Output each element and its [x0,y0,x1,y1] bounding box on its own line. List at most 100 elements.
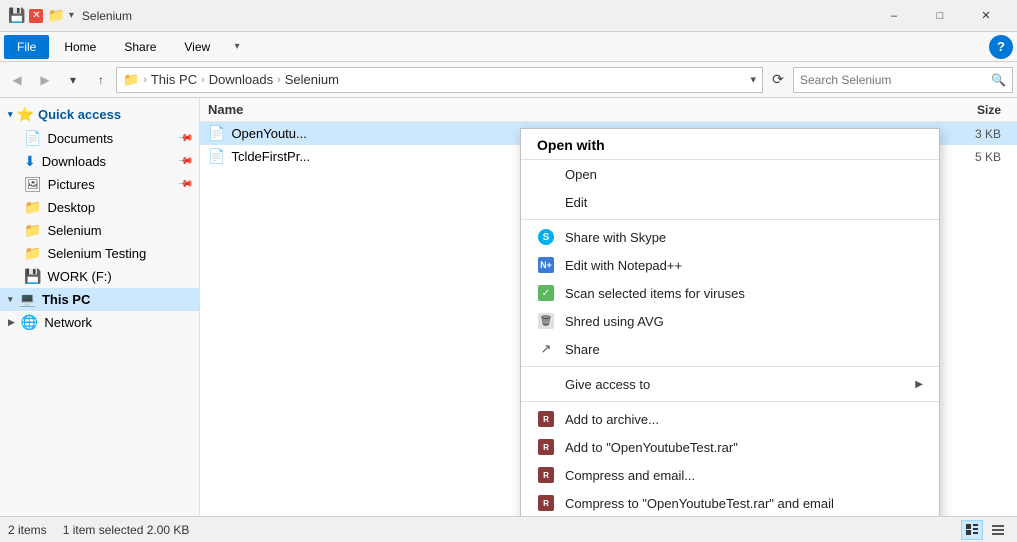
ctx-give-access[interactable]: Give access to ▶ [521,370,939,398]
ctx-compress-email-label: Compress and email... [565,468,695,483]
up-button[interactable]: ↑ [88,67,114,93]
context-menu-header: Open with [521,129,939,160]
search-input[interactable] [800,73,991,87]
ctx-compress-rar-email-icon: R [537,494,555,512]
ctx-open[interactable]: Open [521,160,939,188]
ctx-add-archive-label: Add to archive... [565,412,659,427]
ctx-divider-3 [521,401,939,402]
ctx-edit[interactable]: Edit [521,188,939,216]
ctx-compress-rar-email[interactable]: R Compress to "OpenYoutubeTest.rar" and … [521,489,939,516]
ribbon-tab-file[interactable]: File [4,35,49,59]
ctx-share-icon: ↗ [537,340,555,358]
main-layout: ▾ ⭐ Quick access 📄 Documents 📌 ⬇ Downloa… [0,98,1017,516]
sidebar-item-selenium-testing[interactable]: 📁 Selenium Testing [0,242,199,265]
view-details-button[interactable] [961,520,983,540]
sidebar-item-documents-label: Documents [47,131,113,146]
ctx-edit-icon [537,193,555,211]
downloads-pin-icon: 📌 [176,153,193,170]
forward-button[interactable]: ▶ [32,67,58,93]
ribbon-tab-share[interactable]: Share [111,35,169,59]
network-expand-icon: ▶ [8,317,15,328]
pictures-pin-icon: 📌 [176,176,193,193]
path-dropdown[interactable]: ▾ [750,73,756,86]
status-bar: 2 items 1 item selected 2.00 KB [0,516,1017,542]
sidebar-item-network[interactable]: ▶ 🌐 Network [0,311,199,334]
sidebar-item-documents[interactable]: 📄 Documents 📌 [0,127,199,150]
nav-dropdown-button[interactable]: ▾ [60,67,86,93]
ctx-add-rar[interactable]: R Add to "OpenYoutubeTest.rar" [521,433,939,461]
ctx-shred-icon: 🗑 [537,312,555,330]
ctx-compress-email-icon: R [537,466,555,484]
view-list-button[interactable] [987,520,1009,540]
title-bar-icons: 💾 ✕ 📁 ▾ [8,7,74,24]
ctx-give-access-arrow: ▶ [915,379,923,390]
this-pc-expand-icon: ▾ [8,294,13,305]
title-bar-dropdown[interactable]: ▾ [69,10,74,21]
sidebar-item-desktop[interactable]: 📁 Desktop [0,196,199,219]
sidebar-item-pictures-label: Pictures [48,177,95,192]
ctx-share[interactable]: ↗ Share [521,335,939,363]
sidebar-item-selenium-testing-label: Selenium Testing [47,246,146,261]
minimize-button[interactable]: – [871,0,917,32]
ctx-skype-icon: S [537,228,555,246]
ctx-edit-label: Edit [565,195,587,210]
documents-pin-icon: 📌 [176,130,193,147]
path-downloads[interactable]: Downloads [209,72,273,87]
status-item-count: 2 items [8,523,47,537]
ctx-give-access-icon [537,375,555,393]
ctx-notepadpp-icon: N+ [537,256,555,274]
ribbon-tab-home[interactable]: Home [51,35,109,59]
ctx-shred[interactable]: 🗑 Shred using AVG [521,307,939,335]
sidebar-item-this-pc-label: This PC [42,292,90,307]
search-box: 🔍 [793,67,1013,93]
status-selected-info: 1 item selected 2.00 KB [63,523,190,537]
ctx-open-icon [537,165,555,183]
ribbon-tab-view[interactable]: View [171,35,223,59]
quick-access-star-icon: ⭐ [17,106,34,123]
ctx-share-skype[interactable]: S Share with Skype [521,223,939,251]
back-button[interactable]: ◀ [4,67,30,93]
maximize-button[interactable]: □ [917,0,963,32]
close-button[interactable]: ✕ [963,0,1009,32]
sidebar-item-downloads-label: Downloads [42,154,106,169]
sidebar-item-work-drive[interactable]: 💾 WORK (F:) [0,265,199,288]
quick-access-expand-icon: ▾ [8,109,13,120]
title-controls: – □ ✕ [871,0,1009,32]
documents-icon: 📄 [24,130,41,147]
selenium-testing-icon: 📁 [24,245,41,262]
network-icon: 🌐 [21,314,38,331]
refresh-button[interactable]: ⟳ [765,67,791,93]
ctx-compress-email[interactable]: R Compress and email... [521,461,939,489]
ctx-notepadpp[interactable]: N+ Edit with Notepad++ [521,251,939,279]
path-thispc[interactable]: This PC [151,72,197,87]
ctx-scan[interactable]: ✓ Scan selected items for viruses [521,279,939,307]
sidebar-item-work-label: WORK (F:) [47,269,111,284]
sidebar-item-network-label: Network [44,315,92,330]
ctx-add-rar-icon: R [537,438,555,456]
path-selenium[interactable]: Selenium [285,72,339,87]
path-sep1: › [143,74,147,86]
pictures-icon: 🖼 [24,176,42,193]
sidebar-item-this-pc[interactable]: ▾ 💻 This PC [0,288,199,311]
ctx-divider-1 [521,219,939,220]
sidebar-item-selenium[interactable]: 📁 Selenium [0,219,199,242]
ctx-add-archive[interactable]: R Add to archive... [521,405,939,433]
sidebar: ▾ ⭐ Quick access 📄 Documents 📌 ⬇ Downloa… [0,98,200,516]
search-icon[interactable]: 🔍 [991,73,1006,87]
quick-access-icon1[interactable]: 💾 [8,7,25,24]
ctx-add-rar-label: Add to "OpenYoutubeTest.rar" [565,440,738,455]
address-path[interactable]: 📁 › This PC › Downloads › Selenium ▾ [116,67,763,93]
ribbon-collapse-button[interactable]: ▾ [225,35,249,59]
path-sep3: › [277,74,281,86]
quick-access-icon2[interactable]: ✕ [29,9,43,23]
quick-access-label: Quick access [38,107,121,122]
quick-access-header[interactable]: ▾ ⭐ Quick access [0,102,199,127]
sidebar-item-desktop-label: Desktop [47,200,95,215]
help-button[interactable]: ? [989,35,1013,59]
quick-access-icon3[interactable]: 📁 [47,7,64,24]
sidebar-item-pictures[interactable]: 🖼 Pictures 📌 [0,173,199,196]
selenium-icon: 📁 [24,222,41,239]
sidebar-item-downloads[interactable]: ⬇ Downloads 📌 [0,150,199,173]
sidebar-item-selenium-label: Selenium [47,223,101,238]
ctx-give-access-label: Give access to [565,377,650,392]
